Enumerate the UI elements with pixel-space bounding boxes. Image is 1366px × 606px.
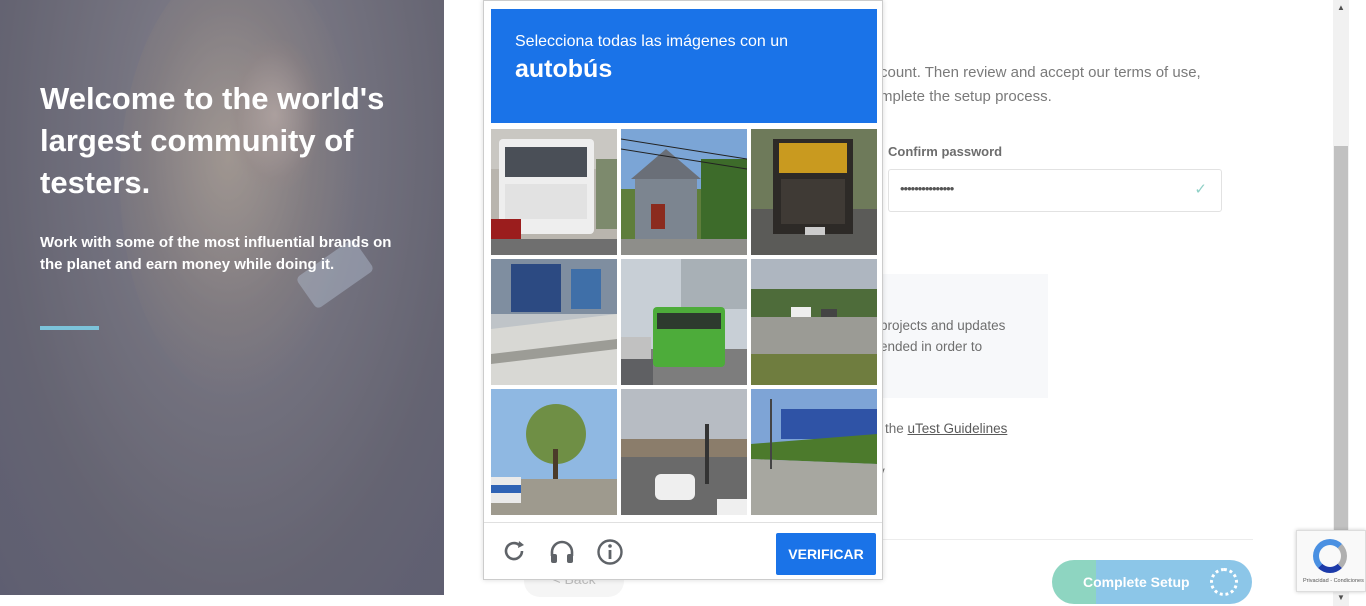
captcha-tile-fence-road[interactable]	[751, 389, 877, 515]
info-icon[interactable]	[596, 538, 624, 566]
scrollbar-thumb[interactable]	[1334, 146, 1348, 530]
form-intro-line2: mplete the setup process.	[880, 88, 1052, 105]
captcha-tile-parking-lot[interactable]	[751, 259, 877, 385]
captcha-header: Selecciona todas las imágenes con un aut…	[491, 9, 877, 123]
captcha-tile-white-bus-rear[interactable]	[491, 129, 617, 255]
captcha-target: autobús	[515, 55, 613, 83]
checkmark-icon: ✓	[1194, 181, 1207, 198]
captcha-dialog: Selecciona todas las imágenes con un aut…	[483, 0, 883, 580]
form-intro-line1: count. Then review and accept our terms …	[880, 64, 1201, 81]
utest-guidelines-link[interactable]: uTest Guidelines	[908, 421, 1008, 436]
confirm-password-label: Confirm password	[888, 144, 1003, 159]
complete-setup-label: Complete Setup	[1083, 574, 1190, 590]
hero-subtitle: Work with some of the most influential b…	[40, 234, 392, 273]
scroll-down-arrow-icon[interactable]: ▼	[1333, 590, 1349, 606]
hero-accent-bar	[40, 326, 99, 330]
guidelines-text: the uTest Guidelines	[885, 421, 1007, 436]
info-text: projects and updates ended in order to	[880, 315, 1005, 357]
captcha-tile-house-street[interactable]	[621, 129, 747, 255]
confirm-password-value: •••••••••••••••	[900, 181, 954, 196]
recaptcha-logo-icon	[1313, 539, 1347, 573]
confirm-password-field[interactable]: ••••••••••••••• ✓	[888, 169, 1222, 212]
hero-panel: Welcome to the world's largest community…	[0, 0, 444, 595]
recaptcha-badge-text: Privacidad - Condiciones	[1303, 578, 1364, 584]
captcha-tile-tree-bus-stop[interactable]	[491, 389, 617, 515]
captcha-instruction: Selecciona todas las imágenes con un	[515, 33, 789, 50]
complete-setup-button[interactable]: Complete Setup	[1052, 560, 1252, 604]
loading-spinner-icon	[1210, 568, 1238, 596]
recaptcha-badge[interactable]: Privacidad - Condiciones	[1296, 530, 1366, 592]
captcha-tile-intersection-traffic[interactable]	[621, 389, 747, 515]
page-scrollbar[interactable]	[1333, 0, 1349, 606]
info-line2: ended in order to	[880, 339, 983, 354]
guidelines-prefix: the	[885, 421, 908, 436]
hero-title: Welcome to the world's largest community…	[40, 81, 385, 200]
scroll-up-arrow-icon[interactable]: ▲	[1333, 0, 1349, 16]
captcha-image-grid	[491, 129, 877, 515]
captcha-tile-storefront-sidewalk[interactable]	[491, 259, 617, 385]
reload-icon[interactable]	[500, 538, 528, 566]
captcha-tile-green-bus-street[interactable]	[621, 259, 747, 385]
info-line1: projects and updates	[880, 318, 1006, 333]
verify-button[interactable]: VERIFICAR	[776, 533, 876, 575]
captcha-tile-truck-rear[interactable]	[751, 129, 877, 255]
headphones-icon[interactable]	[548, 538, 576, 566]
captcha-footer: VERIFICAR	[484, 522, 882, 580]
